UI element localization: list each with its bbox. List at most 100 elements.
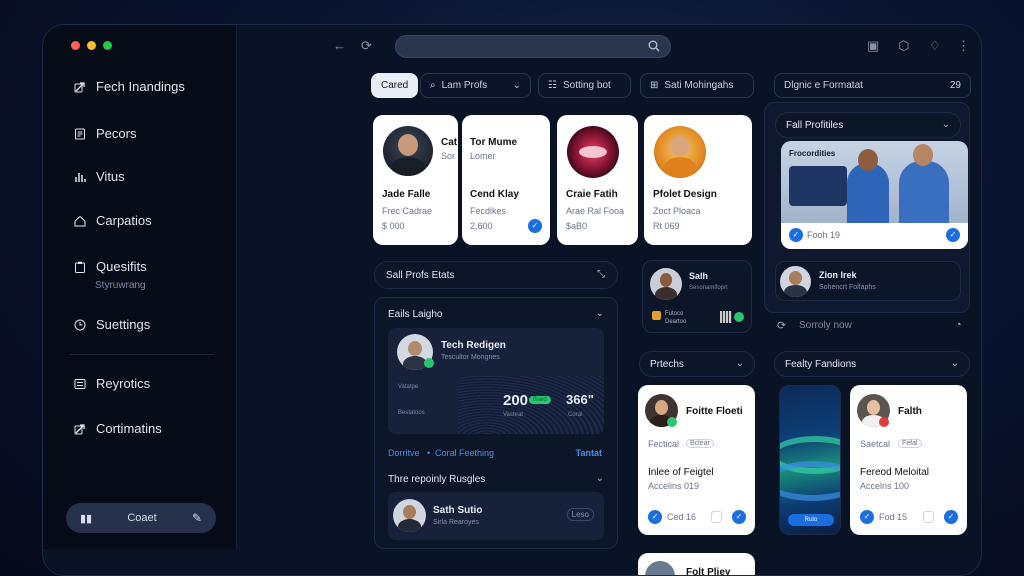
- expand-icon[interactable]: ⤡: [597, 269, 605, 280]
- wave-card-button[interactable]: Ruto: [788, 514, 834, 526]
- sidebar-item-reyrotics[interactable]: Reyrotics: [74, 376, 150, 391]
- photo-card[interactable]: Frocordities ✓ Fooh 19 ✓: [781, 141, 968, 249]
- link-left[interactable]: Dorritve: [388, 448, 420, 458]
- profile-card[interactable]: Craie Fatih Arae Ral Fooa $aB0: [557, 115, 638, 245]
- sidebar-item-cortimatins[interactable]: Cortimatins: [74, 421, 162, 436]
- sorting-label: Sotting bot: [562, 80, 611, 91]
- check-icon[interactable]: ✓: [944, 510, 958, 524]
- sidebar-bottom-button[interactable]: ▮▮ Coaet ✎: [66, 503, 216, 533]
- bell-icon[interactable]: ♢: [929, 38, 941, 54]
- person-card[interactable]: Foitte Floeti Fectical Bclear Inlee of F…: [638, 385, 755, 535]
- sall-profs-label: Sall Profs Etats: [386, 270, 455, 281]
- copy-icon[interactable]: [711, 511, 722, 523]
- avatar: [645, 561, 675, 575]
- prices-label: Prtechs: [650, 359, 684, 370]
- grid-icon: ▮▮: [80, 512, 93, 525]
- person-card-peek[interactable]: Folt Pliey: [638, 553, 755, 575]
- check-icon[interactable]: ✓: [946, 228, 960, 242]
- cancel-pill-label: Cared: [381, 80, 409, 91]
- prices-dropdown[interactable]: Prtechs ⌄: [639, 351, 755, 377]
- cancel-pill[interactable]: Cared: [371, 73, 419, 98]
- list-item[interactable]: Zion Irek Sohencrt Folfaphs: [775, 261, 961, 301]
- list-item[interactable]: Sath Sutio Sirla Rearoyes Leso: [388, 492, 604, 540]
- card-sub: Frec Cadrae: [382, 206, 433, 216]
- fall-profiles-dropdown[interactable]: Fall Profitiles ⌄: [775, 112, 961, 138]
- link-icon: [74, 423, 85, 434]
- card-line: Accelns 100: [860, 481, 910, 491]
- card-name: Pfolet Design: [653, 189, 717, 200]
- link-right[interactable]: Tantat: [576, 448, 602, 458]
- mini-tag: Futoco: [665, 311, 684, 317]
- sidebar-item-label: Carpatios: [96, 213, 152, 228]
- person-card[interactable]: Falth Saetcal Fefal Fereod Meloital Acce…: [850, 385, 967, 535]
- avatar: [650, 268, 682, 300]
- sidebar-item-inandings[interactable]: Fech Inandings: [74, 79, 185, 94]
- lam-profs-dropdown[interactable]: ⌕ Lam Profs ⌄: [420, 73, 531, 98]
- link-mid[interactable]: Coral Feething: [435, 448, 494, 458]
- profile-card[interactable]: Tor Mume Lomer Cend Klay Fecdikes 2,600 …: [462, 115, 550, 245]
- profile-card[interactable]: Cat Sor Jade Falle Frec Cadrae $ 000: [373, 115, 458, 245]
- sidebar-item-label: Quesifits: [96, 259, 147, 274]
- search-input[interactable]: [395, 35, 671, 58]
- chevron-down-icon[interactable]: ⌄: [596, 308, 604, 319]
- pencil-icon: ✎: [191, 511, 202, 525]
- shield-icon[interactable]: ⬡: [898, 38, 909, 54]
- mini-profile-card[interactable]: Salh Sesonamlfoprt Futoco Deartoo: [642, 260, 752, 333]
- back-icon[interactable]: ←: [333, 38, 346, 53]
- card-line: Accelins 019: [648, 481, 700, 491]
- sidebar-item-label: Suettings: [96, 317, 151, 332]
- sall-profs-bar[interactable]: Sall Profs Etats ⤡: [374, 261, 618, 289]
- list-icon: [74, 378, 86, 389]
- refresh-icon[interactable]: ⟳: [361, 38, 372, 54]
- right-filter-pill[interactable]: Dlgnic e Formatat 29: [774, 73, 971, 98]
- row-sub: Sohencrt Folfaphs: [819, 284, 876, 291]
- row-name: Zion Irek: [819, 270, 857, 280]
- copy-icon[interactable]: [923, 511, 934, 523]
- sidebar-item-carpatios[interactable]: Carpatios: [74, 213, 152, 228]
- maximize-dot[interactable]: [103, 41, 112, 50]
- search-icon: ⌕: [430, 80, 436, 91]
- sidebar-item-pecors[interactable]: Pecors: [74, 126, 136, 141]
- document-icon[interactable]: ▣: [867, 38, 879, 54]
- profile-name: Tech Redigen: [441, 340, 506, 351]
- check-icon[interactable]: ✓: [789, 228, 803, 242]
- sidebar-item-label: Fech Inandings: [96, 79, 185, 94]
- photo-caption: Fooh 19: [807, 230, 841, 240]
- check-icon[interactable]: ✓: [860, 510, 874, 524]
- row-meta: Sorroly now: [799, 320, 852, 331]
- profile-stat-card[interactable]: Tech Redigen Tescultor Mongnes Vatatpe 2…: [388, 328, 604, 434]
- wave-phone-card[interactable]: Ruto: [779, 385, 841, 535]
- sidebar-item-label: Vitus: [96, 169, 125, 184]
- sidebar-item-quesifits[interactable]: Quesifits: [74, 259, 147, 274]
- card-tag-pill: Fefal: [898, 439, 922, 448]
- timer-icon[interactable]: ◔: [955, 319, 962, 331]
- sorting-pill[interactable]: ☷ Sotting bot: [538, 73, 631, 98]
- more-icon[interactable]: ⋮: [957, 38, 970, 54]
- sidebar-item-settings[interactable]: Suettings: [74, 317, 150, 332]
- mohingahs-label: Sati Mohingahs: [664, 80, 734, 91]
- profile-card[interactable]: Pfolet Design Zoct Ploaca Rt 069: [644, 115, 752, 245]
- chevron-down-icon[interactable]: ⌄: [596, 473, 604, 484]
- mohingahs-pill[interactable]: ⊞ Sati Mohingahs: [640, 73, 754, 98]
- fealty-dropdown[interactable]: Fealty Fandions ⌄: [774, 351, 970, 377]
- minimize-dot[interactable]: [87, 41, 96, 50]
- qr-icon: [720, 311, 732, 323]
- close-dot[interactable]: [71, 41, 80, 50]
- avatar: [383, 126, 433, 176]
- check-icon[interactable]: ✓: [648, 510, 662, 524]
- clipboard-icon: [75, 261, 85, 273]
- card-sub: Arae Ral Fooa: [566, 206, 625, 216]
- refresh-icon[interactable]: ⟳: [777, 319, 786, 332]
- stat-value: 366": [566, 392, 594, 407]
- sidebar-item-vitus[interactable]: Vitus: [74, 169, 125, 184]
- row-sub: Sirla Rearoyes: [433, 519, 479, 526]
- sidebar-divider: [69, 354, 213, 355]
- row-tag: Leso: [566, 508, 594, 521]
- check-icon[interactable]: ✓: [732, 510, 746, 524]
- profiles-panel: Fall Profitiles ⌄ Frocordities ✓ Fooh 19…: [764, 102, 970, 313]
- check-icon[interactable]: ✓: [528, 219, 542, 233]
- chevron-down-icon: ⌄: [941, 119, 950, 130]
- sidebar: Fech Inandings Pecors Vitus Carpatios Qu…: [43, 25, 237, 549]
- row-name: Sath Sutio: [433, 505, 483, 516]
- card-tag: Fectical: [648, 439, 680, 449]
